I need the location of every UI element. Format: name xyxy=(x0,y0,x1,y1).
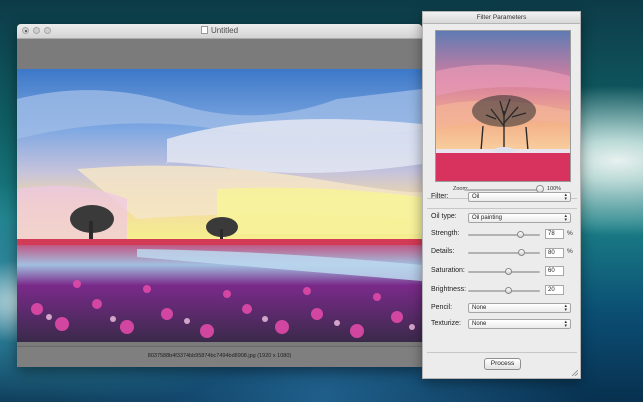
details-slider-knob[interactable] xyxy=(518,249,525,256)
saturation-field[interactable]: 60 xyxy=(545,266,564,276)
details-label: Details: xyxy=(431,248,455,255)
window-title: Untitled xyxy=(17,26,422,35)
oil-type-select[interactable]: Oil painting ▴ ▾ xyxy=(468,213,571,223)
process-button[interactable]: Process xyxy=(484,358,521,370)
chevron-updown-icon: ▴ ▾ xyxy=(564,319,567,329)
window-title-text: Untitled xyxy=(210,26,239,35)
pencil-select-value: None xyxy=(472,305,487,311)
brightness-slider-knob[interactable] xyxy=(505,287,512,294)
chevron-updown-icon: ▴ ▾ xyxy=(564,303,567,313)
strength-field[interactable]: 78 xyxy=(545,229,564,239)
texturize-label: Texturize: xyxy=(431,320,461,327)
details-unit: % xyxy=(567,248,573,255)
strength-slider[interactable] xyxy=(468,234,540,236)
zoom-slider[interactable] xyxy=(464,189,543,191)
chevron-updown-icon: ▴ ▾ xyxy=(564,213,567,223)
image-info: 8037588b4f3374bb95874bc7494bd8908.jpg (1… xyxy=(147,353,292,359)
pencil-label: Pencil: xyxy=(431,304,453,311)
filter-select[interactable]: Oil ▴ ▾ xyxy=(468,192,571,202)
filter-parameters-panel: Filter Parameters Zoom: 100% Filter: Oil… xyxy=(422,11,581,379)
document-icon xyxy=(200,26,208,34)
strength-unit: % xyxy=(567,230,573,237)
preview-image xyxy=(435,30,571,182)
details-slider[interactable] xyxy=(468,252,540,254)
divider xyxy=(427,208,577,209)
oil-type-select-value: Oil painting xyxy=(472,215,503,221)
filter-select-value: Oil xyxy=(472,194,480,200)
saturation-slider[interactable] xyxy=(468,271,540,273)
brightness-label: Brightness: xyxy=(431,286,467,293)
oil-type-label: Oil type: xyxy=(431,213,457,220)
filter-label: Filter: xyxy=(431,193,449,200)
brightness-field[interactable]: 20 xyxy=(545,285,564,295)
details-field[interactable]: 80 xyxy=(545,248,564,258)
resize-grip-icon[interactable] xyxy=(572,370,578,376)
chevron-updown-icon: ▴ ▾ xyxy=(564,192,567,202)
texturize-select[interactable]: None ▴ ▾ xyxy=(468,319,571,329)
brightness-slider[interactable] xyxy=(468,290,540,292)
strength-slider-knob[interactable] xyxy=(517,231,524,238)
filtered-image xyxy=(17,69,422,342)
saturation-label: Saturation: xyxy=(431,267,465,274)
panel-title: Filter Parameters xyxy=(423,12,580,24)
status-bar: 8037588b4f3374bb95874bc7494bd8908.jpg (1… xyxy=(17,346,422,367)
pencil-select[interactable]: None ▴ ▾ xyxy=(468,303,571,313)
document-window: Untitled 8037588b4f3374bb95874bc7494bd89… xyxy=(17,24,422,367)
saturation-slider-knob[interactable] xyxy=(505,268,512,275)
window-titlebar[interactable]: Untitled xyxy=(17,24,422,39)
strength-label: Strength: xyxy=(431,230,460,237)
divider xyxy=(427,352,577,353)
texturize-select-value: None xyxy=(472,321,487,327)
